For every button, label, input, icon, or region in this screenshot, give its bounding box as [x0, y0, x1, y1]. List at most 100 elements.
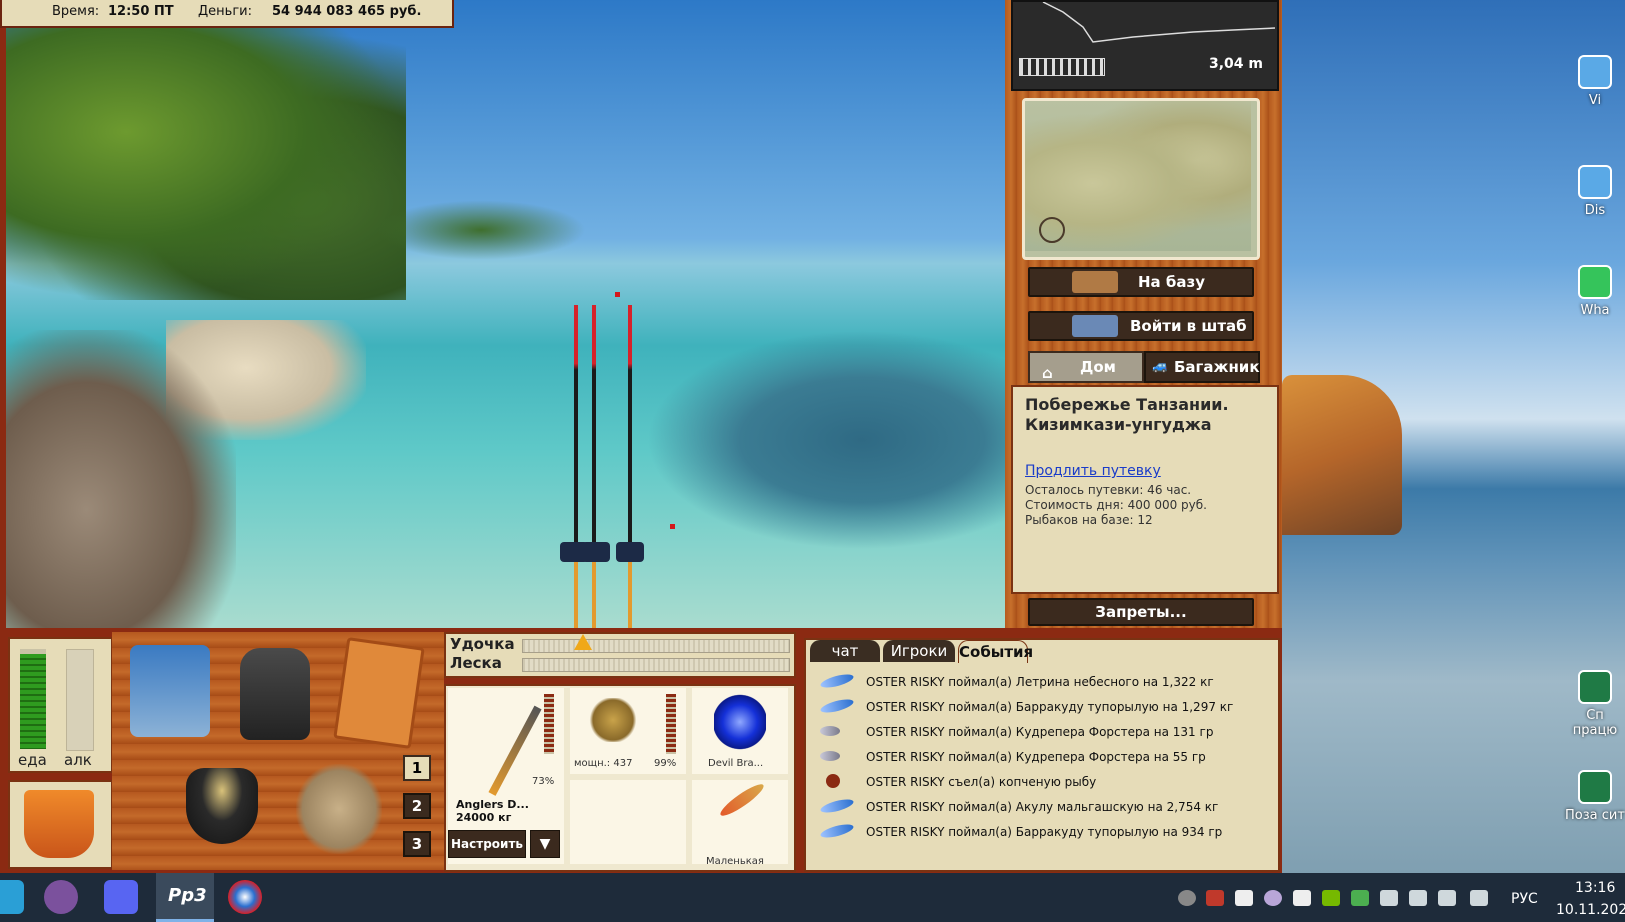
to-base-button[interactable]: На базу [1028, 267, 1254, 297]
excel-icon [1578, 670, 1612, 704]
rod-tension-bar [522, 639, 790, 653]
notebook-icon[interactable] [333, 637, 425, 749]
lure-slot[interactable]: Маленькая [692, 780, 788, 867]
fishing-rod-2[interactable] [592, 305, 596, 628]
time-label: Время: [52, 4, 100, 19]
bait-bucket-slot[interactable] [8, 780, 113, 869]
record-tray-icon[interactable] [1206, 890, 1224, 906]
setup-dropdown-arrow[interactable]: ▼ [530, 830, 560, 858]
viber-tray-icon[interactable] [1264, 890, 1282, 906]
lure-icon [717, 780, 767, 820]
reel-icon [588, 698, 638, 742]
skype-taskbar-icon[interactable] [0, 880, 24, 914]
line-name: Devil Bra... [708, 758, 764, 769]
headquarters-button[interactable]: Войти в штаб [1028, 311, 1254, 341]
bans-button[interactable]: Запреты... [1028, 598, 1254, 626]
depth-value: 3,04 m [1208, 56, 1263, 72]
rod-wear-meter [544, 694, 554, 754]
event-row: OSTER RISKY поймал(а) Барракуду тупорылу… [810, 821, 1270, 845]
car-icon: 🚙 [1152, 359, 1169, 374]
tension-panel: Удочка Леска [444, 632, 796, 678]
slot-3-button[interactable]: 3 [403, 831, 431, 857]
game-taskbar-button[interactable]: Рр3 [156, 873, 214, 922]
browser-taskbar-icon[interactable] [228, 880, 262, 914]
rod-tension-label: Удочка [450, 635, 515, 653]
desktop-icon-discord[interactable]: Dis [1565, 165, 1625, 218]
food-label: еда [18, 751, 47, 769]
nvidia-tray-icon[interactable] [1322, 890, 1340, 906]
float-marker-1[interactable] [615, 292, 620, 297]
tab-trunk[interactable]: 🚙 Багажник [1144, 351, 1260, 383]
clock-time[interactable]: 13:16 [1575, 880, 1615, 896]
food-meter-fill [20, 654, 46, 749]
fishers-count: Рыбаков на базе: 12 [1025, 513, 1153, 527]
event-row: OSTER RISKY съел(а) копченую рыбу [810, 771, 1270, 795]
extend-permit-link[interactable]: Продлить путевку [1025, 463, 1161, 479]
rod-capacity: 24000 кг [456, 811, 512, 824]
event-row: OSTER RISKY поймал(а) Летрина небесного … [810, 671, 1270, 695]
reel-power: мощн.: 437 [574, 758, 633, 769]
backpack-icon[interactable] [240, 648, 310, 740]
scene-rocks [6, 330, 236, 628]
skype-tray-icon[interactable] [1178, 890, 1196, 906]
excel-icon [1578, 770, 1612, 804]
discord-taskbar-icon[interactable] [104, 880, 138, 914]
desktop-icon-excel-1[interactable]: Сп працю [1565, 670, 1625, 738]
line-spool-icon [714, 694, 766, 750]
discord-tray-icon[interactable] [1235, 890, 1253, 906]
time-value: 12:50 ПТ [108, 4, 174, 19]
depth-sounder: 3,04 m [1011, 0, 1279, 91]
tab-players[interactable]: Игроки [883, 640, 955, 662]
battery-indicator [1019, 58, 1105, 76]
desktop-icon-excel-2[interactable]: Поза сит [1565, 770, 1625, 823]
fish-icon [819, 671, 855, 691]
empty-slot[interactable] [570, 780, 686, 864]
tackle-box-icon[interactable] [130, 645, 210, 737]
rod-name: Anglers D... [456, 798, 529, 811]
tab-chat[interactable]: чат [810, 640, 880, 662]
location-title: Побережье Танзании. Кизимкази-унгуджа [1025, 395, 1229, 434]
viber-icon [1578, 55, 1612, 89]
lure-name: Маленькая [706, 856, 764, 867]
monitor-tray-icon[interactable] [1380, 890, 1398, 906]
people-icon [1072, 315, 1118, 337]
slot-2-button[interactable]: 2 [403, 793, 431, 819]
cooking-pot-icon[interactable] [186, 768, 258, 844]
language-indicator[interactable]: РУС [1511, 891, 1538, 907]
reel-2 [582, 542, 610, 562]
float-marker-2[interactable] [670, 524, 675, 529]
battery-tray-icon[interactable] [1409, 890, 1427, 906]
wallpaper-cliff [1282, 375, 1402, 535]
slot-1-button[interactable]: 1 [403, 755, 431, 781]
fishing-scene[interactable] [6, 0, 1005, 628]
reel-3 [616, 542, 644, 562]
tab-home[interactable]: ⌂ Дом [1028, 351, 1144, 383]
desktop-icon-whatsapp[interactable]: Wha [1565, 265, 1625, 318]
fishing-rod-1[interactable] [574, 305, 578, 628]
money-value: 54 944 083 465 руб. [272, 4, 422, 19]
food-meter [20, 649, 46, 749]
tab-events[interactable]: События [958, 640, 1033, 663]
depth-graph [1042, 2, 1276, 43]
check-tray-icon[interactable] [1351, 890, 1369, 906]
whatsapp-icon [1578, 265, 1612, 299]
discord-icon [1578, 165, 1612, 199]
volume-tray-icon[interactable] [1438, 890, 1456, 906]
location-map[interactable] [1022, 98, 1260, 260]
scene-reef [646, 330, 1005, 550]
fishing-rod-3[interactable] [628, 305, 632, 628]
desktop-icon-viber[interactable]: Vi [1565, 55, 1625, 108]
line-slot[interactable]: Devil Bra... [692, 688, 788, 774]
status-bar: Время: 12:50 ПТ Деньги: 54 944 083 465 р… [0, 0, 454, 28]
fish-net-bag-icon[interactable] [296, 764, 382, 854]
shield-tray-icon[interactable] [1293, 890, 1311, 906]
clock-date[interactable]: 10.11.2020 [1556, 902, 1625, 918]
fish-icon [819, 821, 855, 841]
scene-trees [6, 20, 406, 300]
meters-box: еда алк [8, 637, 113, 773]
setup-button[interactable]: Настроить [448, 830, 526, 858]
location-info: Побережье Танзании. Кизимкази-унгуджа Пр… [1011, 385, 1279, 594]
network-tray-icon[interactable] [1470, 890, 1488, 906]
viber-taskbar-icon[interactable] [44, 880, 78, 914]
reel-slot[interactable]: мощн.: 437 99% [570, 688, 686, 774]
